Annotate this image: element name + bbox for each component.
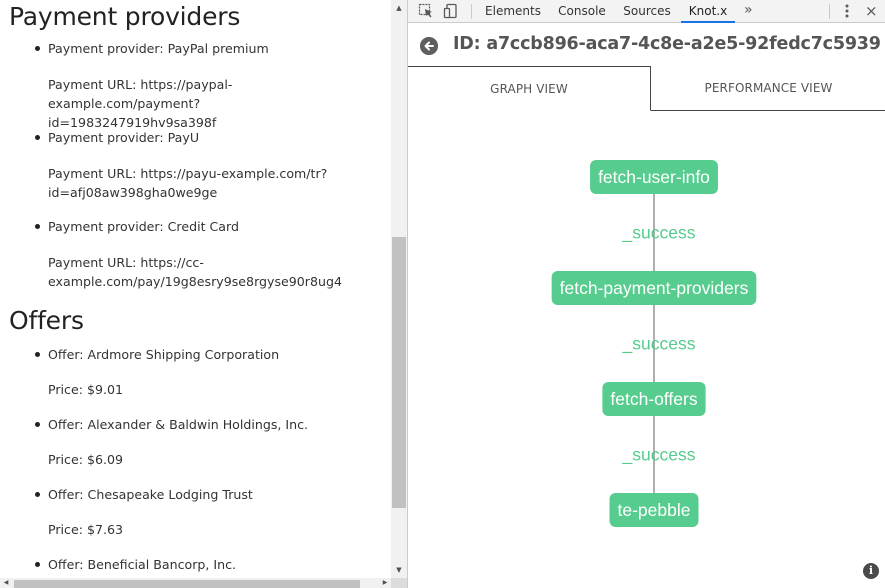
list-bullet bbox=[35, 352, 40, 357]
payment-provider-label: Payment provider: Credit Card bbox=[48, 219, 239, 234]
payment-provider-label: Payment provider: PayPal premium bbox=[48, 41, 269, 56]
inspect-element-icon[interactable] bbox=[418, 3, 434, 19]
device-toolbar-icon[interactable] bbox=[443, 3, 459, 19]
tab-elements[interactable]: Elements bbox=[478, 0, 548, 23]
payment-url: Payment URL: https://paypal-example.com/… bbox=[48, 77, 233, 130]
edge-label: _success bbox=[622, 223, 696, 244]
page-viewport: Payment providers Payment provider: PayP… bbox=[0, 0, 391, 578]
list-bullet bbox=[35, 224, 40, 229]
list-bullet bbox=[35, 562, 40, 567]
toolbar-separator bbox=[471, 4, 472, 19]
graph-node-label: te-pebble bbox=[618, 500, 691, 520]
fragment-id-title: ID: a7ccb896-aca7-4c8e-a2e5-92fedc7c5939 bbox=[453, 34, 881, 54]
graph-node-fetch-offers[interactable]: fetch-offers bbox=[602, 382, 706, 416]
offer-price: Price: $7.63 bbox=[48, 522, 124, 537]
graph-svg: _success _success _success fetch-user-info f… bbox=[551, 160, 757, 527]
graph-node-label: fetch-offers bbox=[610, 389, 697, 409]
offer-label: Offer: Chesapeake Lodging Trust bbox=[48, 487, 253, 502]
payment-url: Payment URL: https://payu-example.com/tr… bbox=[48, 166, 328, 200]
scroll-up-arrow-icon[interactable]: ▲ bbox=[391, 0, 407, 16]
back-arrow-icon[interactable] bbox=[420, 37, 438, 55]
graph-canvas[interactable]: _success _success _success fetch-user-info f… bbox=[408, 111, 885, 588]
graph-node-fetch-user-info[interactable]: fetch-user-info bbox=[590, 160, 718, 194]
list-bullet bbox=[35, 135, 40, 140]
scroll-down-arrow-icon[interactable]: ▼ bbox=[391, 562, 407, 578]
horizontal-scrollbar-thumb[interactable] bbox=[14, 580, 360, 588]
section-heading-payment-providers: Payment providers bbox=[9, 2, 241, 31]
toolbar-separator bbox=[829, 4, 830, 19]
offer-label: Offer: Beneficial Bancorp, Inc. bbox=[48, 557, 237, 572]
tab-console[interactable]: Console bbox=[551, 0, 613, 23]
offer-price: Price: $6.09 bbox=[48, 452, 124, 467]
kebab-menu-icon[interactable] bbox=[839, 3, 855, 19]
graph-node-fetch-payment-providers[interactable]: fetch-payment-providers bbox=[551, 271, 757, 305]
section-heading-offers: Offers bbox=[9, 306, 84, 335]
graph-node-label: fetch-user-info bbox=[598, 167, 710, 187]
scroll-left-arrow-icon[interactable]: ◀ bbox=[0, 578, 12, 588]
list-bullet bbox=[35, 422, 40, 427]
horizontal-scrollbar[interactable]: ◀ ▶ bbox=[0, 578, 391, 588]
payment-provider-label: Payment provider: PayU bbox=[48, 130, 200, 145]
tab-knotx[interactable]: Knot.x bbox=[681, 0, 735, 23]
offer-label: Offer: Alexander & Baldwin Holdings, Inc… bbox=[48, 417, 309, 432]
info-icon[interactable]: i bbox=[863, 563, 879, 579]
scrollbar-corner bbox=[391, 578, 407, 588]
more-tabs-chevron-icon[interactable]: » bbox=[744, 0, 753, 20]
knotx-header: ID: a7ccb896-aca7-4c8e-a2e5-92fedc7c5939 bbox=[408, 24, 885, 68]
vertical-scrollbar-thumb[interactable] bbox=[392, 237, 406, 508]
view-tabs: GRAPH VIEW PERFORMANCE VIEW bbox=[408, 66, 885, 111]
edge-label: _success bbox=[622, 334, 696, 355]
graph-node-label: fetch-payment-providers bbox=[560, 278, 749, 298]
vertical-scrollbar[interactable]: ▲ ▼ bbox=[391, 0, 407, 578]
devtools-toolbar: Elements Console Sources Knot.x » × bbox=[408, 0, 885, 23]
tab-graph-view[interactable]: GRAPH VIEW bbox=[408, 66, 651, 111]
close-icon[interactable]: × bbox=[865, 0, 878, 22]
devtools-panel: Elements Console Sources Knot.x » × ID: … bbox=[407, 0, 885, 588]
tab-sources[interactable]: Sources bbox=[618, 0, 676, 23]
edge-label: _success bbox=[622, 445, 696, 466]
payment-url: Payment URL: https://cc- example.com/pay… bbox=[48, 255, 342, 289]
graph-node-te-pebble[interactable]: te-pebble bbox=[609, 493, 699, 527]
list-bullet bbox=[35, 46, 40, 51]
list-bullet bbox=[35, 492, 40, 497]
offer-label: Offer: Ardmore Shipping Corporation bbox=[48, 347, 280, 362]
offer-price: Price: $9.01 bbox=[48, 382, 124, 397]
scroll-right-arrow-icon[interactable]: ▶ bbox=[379, 578, 391, 588]
tab-performance-view[interactable]: PERFORMANCE VIEW bbox=[651, 66, 885, 111]
